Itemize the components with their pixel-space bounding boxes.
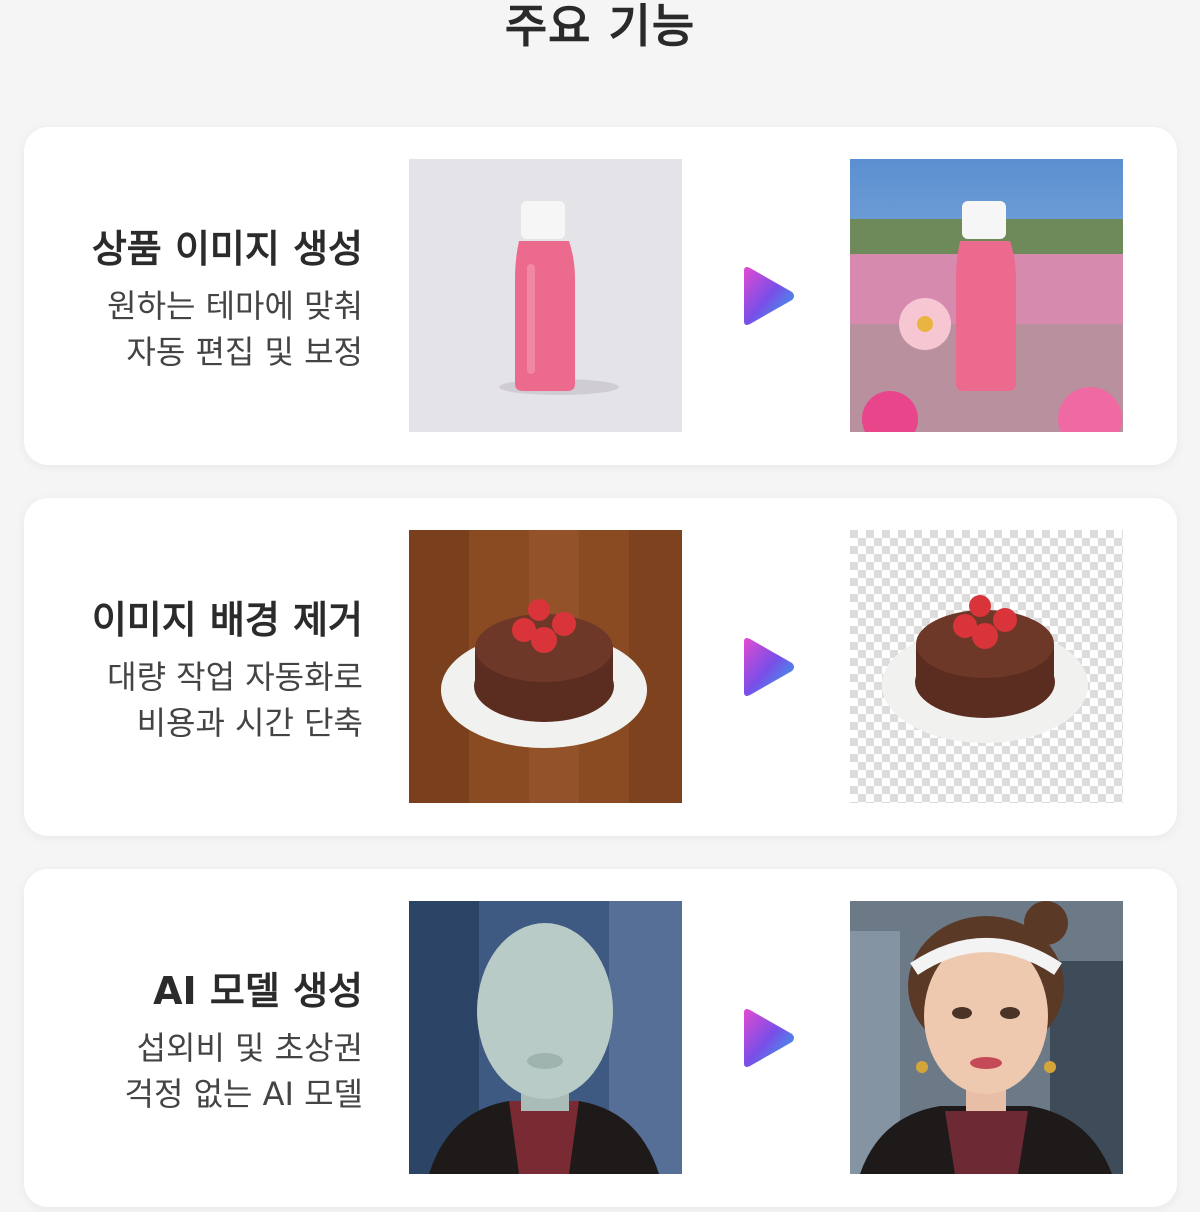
after-image-bottle-flower-field xyxy=(850,159,1123,432)
feature-card-product-image: 상품 이미지 생성 원하는 테마에 맞춰 자동 편집 및 보정 xyxy=(24,127,1177,465)
feature-desc-line-1: 대량 작업 자동화로 xyxy=(107,657,363,696)
before-image-pink-bottle xyxy=(409,159,682,432)
feature-text: 이미지 배경 제거 대량 작업 자동화로 비용과 시간 단축 xyxy=(43,498,363,836)
feature-card-background-removal: 이미지 배경 제거 대량 작업 자동화로 비용과 시간 단축 xyxy=(24,498,1177,836)
page-title: 주요 기능 xyxy=(504,0,696,53)
feature-text: AI 모델 생성 섭외비 및 초상권 걱정 없는 AI 모델 xyxy=(43,869,363,1207)
feature-card-ai-model: AI 모델 생성 섭외비 및 초상권 걱정 없는 AI 모델 xyxy=(24,869,1177,1207)
before-image-mannequin-head xyxy=(409,901,682,1174)
before-image-cake-on-table xyxy=(409,530,682,803)
feature-desc-line-2: 걱정 없는 AI 모델 xyxy=(124,1074,363,1113)
play-arrow-icon xyxy=(744,267,794,325)
feature-title: 상품 이미지 생성 xyxy=(91,226,363,271)
feature-title: AI 모델 생성 xyxy=(153,968,363,1013)
feature-text: 상품 이미지 생성 원하는 테마에 맞춰 자동 편집 및 보정 xyxy=(43,127,363,465)
feature-desc-line-2: 비용과 시간 단축 xyxy=(136,703,363,742)
feature-desc-line-1: 원하는 테마에 맞춰 xyxy=(107,286,363,325)
feature-desc-line-2: 자동 편집 및 보정 xyxy=(126,332,363,371)
play-arrow-icon xyxy=(744,1009,794,1067)
feature-desc-line-1: 섭외비 및 초상권 xyxy=(136,1028,363,1067)
after-image-ai-model-woman xyxy=(850,901,1123,1174)
play-arrow-icon xyxy=(744,638,794,696)
after-image-cake-transparent xyxy=(850,530,1123,803)
feature-title: 이미지 배경 제거 xyxy=(91,597,363,642)
